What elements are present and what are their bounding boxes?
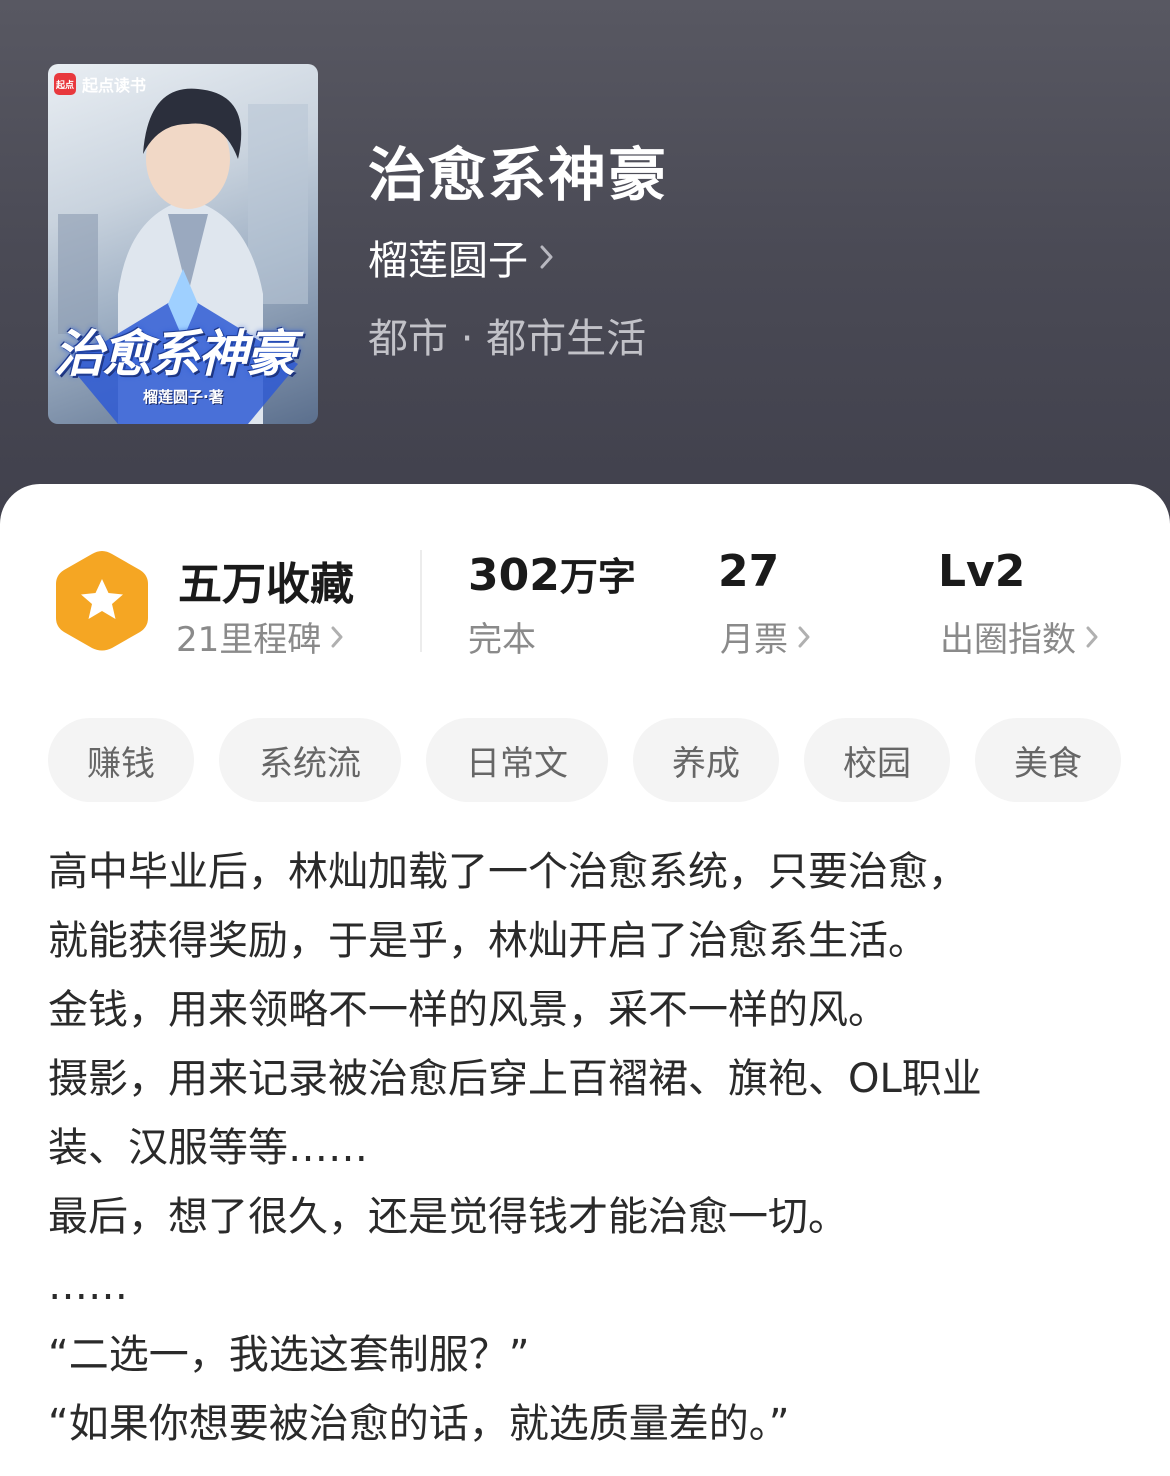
tag-list: 赚钱 系统流 日常文 养成 校园 美食 — [48, 718, 1121, 802]
description-line: 金钱，用来领略不一样的风景，采不一样的风。 — [48, 987, 888, 1033]
tag-chip[interactable]: 系统流 — [219, 718, 401, 802]
monthly-tickets-count: 27 — [718, 546, 780, 597]
cover-brand-text: 起点读书 — [82, 76, 147, 95]
book-genre: 都市 · 都市生活 — [368, 316, 647, 362]
milestone-label: 21里程碑 — [176, 620, 322, 660]
monthly-tickets-label: 月票 — [720, 620, 788, 660]
author-link[interactable]: 榴莲圆子 — [368, 228, 556, 286]
book-title: 治愈系神豪 — [368, 141, 669, 209]
star-hexagon-icon — [56, 551, 148, 651]
cover-title: 治愈系神豪 — [54, 325, 296, 383]
influence-link[interactable]: 出圈指数 — [940, 612, 1100, 661]
chevron-right-icon — [1086, 626, 1098, 647]
word-count: 302万字 — [468, 546, 636, 601]
qidian-logo-icon: 起点 — [54, 73, 76, 95]
book-description[interactable]: 高中毕业后，林灿加载了一个治愈系统，只要治愈， 就能获得奖励，于是乎，林灿开启了… — [48, 838, 1138, 1459]
tag-chip[interactable]: 养成 — [633, 718, 779, 802]
influence-label: 出圈指数 — [940, 620, 1076, 660]
description-line: “二选一，我选这套制服？” — [48, 1332, 530, 1378]
milestone-link[interactable]: 21里程碑 — [176, 612, 345, 661]
favorites-title: 五万收藏 — [178, 559, 354, 610]
tag-chip[interactable]: 赚钱 — [48, 718, 194, 802]
influence-level: Lv2 — [938, 546, 1026, 597]
chevron-right-icon — [540, 245, 553, 269]
word-count-number: 302 — [468, 550, 560, 601]
description-line: 最后，想了很久，还是觉得钱才能治愈一切。 — [48, 1194, 848, 1240]
description-line: 摄影，用来记录被治愈后穿上百褶裙、旗袍、OL职业 — [48, 1056, 982, 1102]
word-count-unit: 万字 — [559, 555, 636, 599]
tag-chip[interactable]: 校园 — [804, 718, 950, 802]
cover-brand: 起点 起点读书 — [54, 72, 146, 96]
description-line: 就能获得奖励，于是乎，林灿开启了治愈系生活。 — [48, 918, 928, 964]
author-name: 榴莲圆子 — [368, 238, 528, 284]
description-line: 装、汉服等等…… — [48, 1125, 368, 1171]
monthly-tickets-link[interactable]: 月票 — [720, 612, 812, 661]
stats-divider — [420, 550, 422, 652]
tag-chip[interactable]: 日常文 — [426, 718, 608, 802]
description-line: “如果你想要被治愈的话，就选质量差的。” — [48, 1401, 790, 1447]
completion-status: 完本 — [468, 620, 536, 660]
book-cover[interactable]: 起点 起点读书 治愈系神豪 榴莲圆子·著 — [48, 64, 318, 424]
chevron-right-icon — [331, 626, 343, 647]
description-line: …… — [48, 1263, 128, 1309]
cover-author: 榴莲圆子·著 — [143, 388, 224, 406]
tag-chip[interactable]: 美食 — [975, 718, 1121, 802]
description-line: 高中毕业后，林灿加载了一个治愈系统，只要治愈， — [48, 849, 968, 895]
chevron-right-icon — [798, 626, 810, 647]
